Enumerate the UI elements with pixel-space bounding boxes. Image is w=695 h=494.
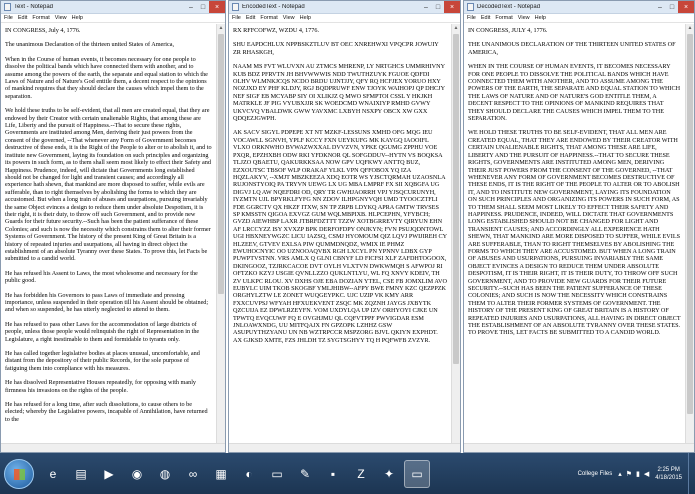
paragraph: IN CONGRESS, JULY 4, 1776. <box>468 27 548 34</box>
paragraph: NAAM MS FVT WLUVXN AU ZTMCS MHRENP, LY N… <box>233 63 445 123</box>
start-button[interactable] <box>4 458 34 489</box>
menu-file[interactable]: File <box>4 15 13 21</box>
menu-format[interactable]: Format <box>260 15 277 21</box>
vertical-scrollbar[interactable]: ▲ <box>685 24 694 443</box>
scroll-thumb[interactable] <box>453 34 459 364</box>
tray-toolbar-label[interactable]: College Files <box>578 471 613 477</box>
paragraph: He has called together legislative bodie… <box>5 350 200 372</box>
menu-help[interactable]: Help <box>535 15 546 21</box>
scroll-up-icon[interactable]: ▲ <box>452 24 460 33</box>
vertical-scrollbar[interactable]: ▲ <box>216 24 225 443</box>
taskbar: e ▤ ▶ ◉ ◍ ∞ ▦ ◐ ▭ ✎ ▪ Z ✦ ▭ College File… <box>0 453 695 494</box>
menu-file[interactable]: File <box>232 15 241 21</box>
menu-view[interactable]: View <box>55 15 67 21</box>
notepad-icon[interactable]: ▭ <box>264 460 290 488</box>
visual-studio-icon[interactable]: ∞ <box>180 460 206 488</box>
minimize-button[interactable]: – <box>654 1 666 13</box>
menu-bar: File Edit Format View Help <box>229 14 460 23</box>
paragraph: IN CONGRESS, July 4, 1776. <box>5 27 81 34</box>
window-title: DecodedText - Notepad <box>477 4 541 10</box>
chevron-up-icon[interactable]: ▴ <box>618 470 622 478</box>
paint-icon[interactable]: ✎ <box>292 460 318 488</box>
menu-format[interactable]: Format <box>32 15 49 21</box>
close-button[interactable]: × <box>209 1 225 13</box>
volume-icon[interactable]: ◀ <box>644 470 649 478</box>
menu-view[interactable]: View <box>283 15 295 21</box>
text-area[interactable]: IN CONGRESS, July 4, 1776. The unanimous… <box>1 24 216 443</box>
window-title: EncodedText - Notepad <box>242 4 305 10</box>
notepad-app-icon <box>467 3 474 11</box>
paragraph: He has forbidden his Governors to pass L… <box>5 291 209 314</box>
menu-help[interactable]: Help <box>72 15 83 21</box>
title-bar[interactable]: DecodedText - Notepad – □ × <box>464 1 694 14</box>
text-area[interactable]: RX RFFCOFWZ, WZDU 4, 1776. SHU EAPDCHLUX… <box>229 24 451 443</box>
menu-file[interactable]: File <box>467 15 476 21</box>
notepad-window-decoded[interactable]: DecodedText - Notepad – □ × File Edit Fo… <box>463 0 695 453</box>
window-title: Text - Notepad <box>14 4 54 10</box>
menu-view[interactable]: View <box>518 15 530 21</box>
scroll-up-icon[interactable]: ▲ <box>217 24 225 33</box>
menu-edit[interactable]: Edit <box>246 15 255 21</box>
network-icon[interactable]: ▮ <box>636 470 640 478</box>
horizontal-scrollbar[interactable] <box>464 443 694 452</box>
horizontal-scrollbar[interactable] <box>229 443 460 452</box>
minimize-button[interactable]: – <box>420 1 432 13</box>
notepad-window-text[interactable]: Text - Notepad – □ × File Edit Format Vi… <box>0 0 226 453</box>
maximize-button[interactable]: □ <box>666 1 678 13</box>
paragraph: He has dissolved Representative Houses r… <box>5 379 197 394</box>
paragraph: The unanimous Declaration of the thirtee… <box>5 41 175 49</box>
scroll-thumb[interactable] <box>218 34 224 294</box>
media-player-icon[interactable]: ▶ <box>96 460 122 488</box>
title-bar[interactable]: EncodedText - Notepad – □ × <box>229 1 460 14</box>
system-tray: College Files ▴ ⚑ ▮ ◀ 2:25 PM 4/18/2015 <box>578 453 695 494</box>
calculator-icon[interactable]: ▦ <box>208 460 234 488</box>
notepad-window-encoded[interactable]: EncodedText - Notepad – □ × File Edit Fo… <box>228 0 461 453</box>
notepad-running-icon[interactable]: ▭ <box>404 459 430 488</box>
flag-icon[interactable]: ⚑ <box>626 470 632 478</box>
scroll-up-icon[interactable]: ▲ <box>686 24 694 33</box>
paragraph: RX RFFCOFWZ, WZDU 4, 1776. <box>233 27 320 34</box>
paragraph: WHEN IN THE COURSE OF HUMAN EVENTS, IT B… <box>468 63 681 123</box>
close-button[interactable]: × <box>678 1 694 13</box>
clock[interactable]: 2:25 PM 4/18/2015 <box>655 466 682 482</box>
chrome-icon[interactable]: ◉ <box>124 460 150 488</box>
clock-date: 4/18/2015 <box>655 474 682 481</box>
maximize-button[interactable]: □ <box>432 1 444 13</box>
paragraph: THE UNANIMOUS DECLARATION OF THE THIRTEE… <box>468 41 676 56</box>
minimize-button[interactable]: – <box>185 1 197 13</box>
paragraph: We hold these truths to be self-evident,… <box>5 107 212 263</box>
paragraph: SHU EAPDCHLUX NPPBSKZTLUV BT OEC XNREHWX… <box>233 41 439 56</box>
paragraph: When in the Course of human events, it b… <box>5 55 208 100</box>
scroll-thumb[interactable] <box>687 34 693 414</box>
horizontal-scrollbar[interactable] <box>1 443 225 452</box>
menu-bar: File Edit Format View Help <box>464 14 694 23</box>
maximize-button[interactable]: □ <box>197 1 209 13</box>
cmd-icon[interactable]: ▪ <box>320 460 346 488</box>
menu-edit[interactable]: Edit <box>18 15 27 21</box>
title-bar[interactable]: Text - Notepad – □ × <box>1 1 225 14</box>
clock-time: 2:25 PM <box>657 466 680 473</box>
notepad-app-icon <box>4 3 11 11</box>
eclipse-icon[interactable]: ◐ <box>236 460 262 488</box>
paragraph: AK SACV SIGYL PDPEPE XT NT MZKF-LESSUNS … <box>233 129 447 344</box>
menu-bar: File Edit Format View Help <box>1 14 225 23</box>
ie-icon[interactable]: e <box>40 460 66 488</box>
network-app-icon[interactable]: ✦ <box>376 460 402 488</box>
file-explorer-icon[interactable]: ▤ <box>68 460 94 488</box>
menu-edit[interactable]: Edit <box>481 15 490 21</box>
paragraph: He has refused to pass other Laws for th… <box>5 320 200 343</box>
vertical-scrollbar[interactable]: ▲ <box>451 24 460 443</box>
firefox-icon[interactable]: ◍ <box>152 460 178 488</box>
text-area[interactable]: IN CONGRESS, JULY 4, 1776. THE UNANIMOUS… <box>464 24 685 443</box>
close-button[interactable]: × <box>444 1 460 13</box>
menu-help[interactable]: Help <box>300 15 311 21</box>
notepad-app-icon <box>232 3 239 11</box>
paragraph: He has refused his Assent to Laws, the m… <box>5 269 198 285</box>
filezilla-icon[interactable]: Z <box>348 460 374 488</box>
show-desktop-button[interactable] <box>688 453 695 494</box>
paragraph: He has refused for a long time, after su… <box>5 401 208 423</box>
paragraph: WE HOLD THESE TRUTHS TO BE SELF-EVIDENT,… <box>468 129 681 337</box>
menu-format[interactable]: Format <box>495 15 512 21</box>
